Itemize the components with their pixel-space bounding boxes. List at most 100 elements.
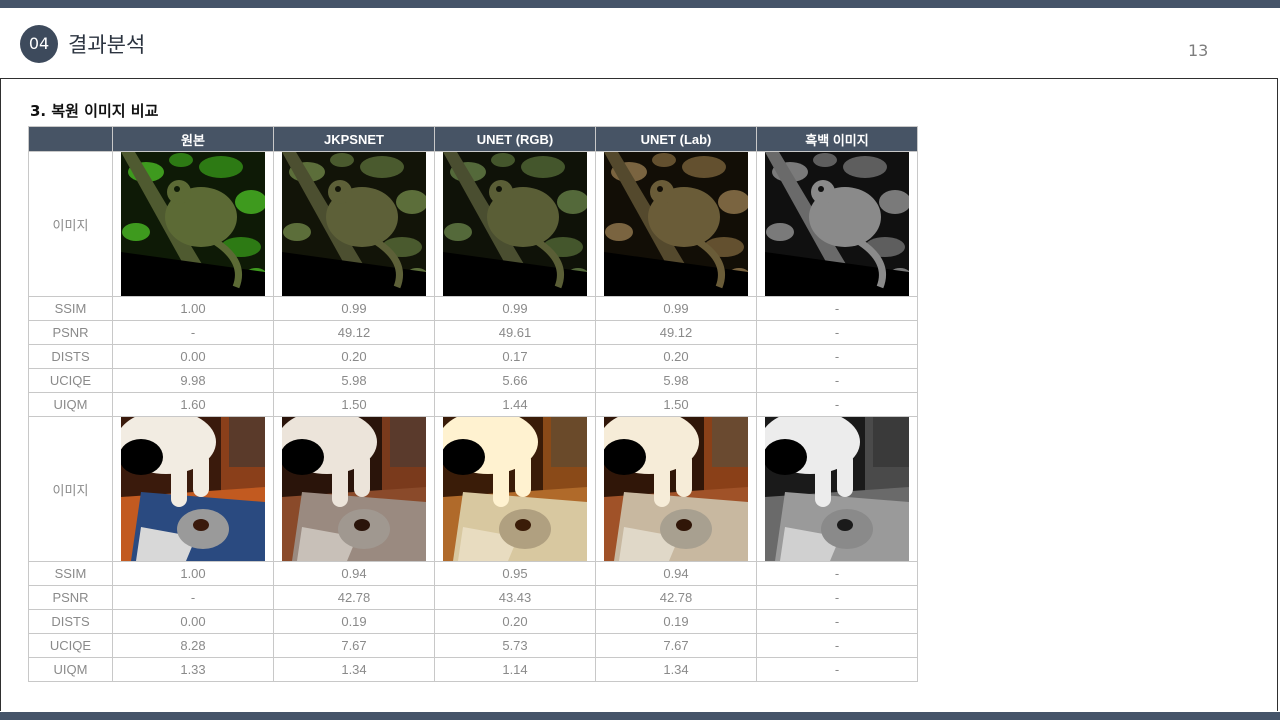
column-header: UNET (RGB) [434, 126, 596, 152]
metric-value: 5.66 [434, 368, 596, 393]
column-header: 원본 [112, 126, 274, 152]
metric-value: - [756, 344, 918, 369]
metric-value: 1.33 [112, 657, 274, 682]
metric-row: UCIQE 8.28 7.67 5.73 7.67- [28, 633, 918, 658]
unet-rgb-image-cat [443, 417, 587, 561]
metric-value: 0.94 [595, 561, 757, 586]
page-number: 13 [1188, 41, 1209, 60]
metric-row: PSNR -42.78 43.43 42.78- [28, 585, 918, 610]
metric-row: UIQM 1.33 1.34 1.14 1.34- [28, 657, 918, 682]
row-label: 이미지 [28, 151, 113, 297]
metric-value: - [756, 585, 918, 610]
metric-row: UIQM 1.60 1.50 1.44 1.50- [28, 392, 918, 417]
metric-value: 49.12 [595, 320, 757, 345]
slide-header: 04 결과분석 13 [0, 8, 1280, 78]
metric-value: - [756, 368, 918, 393]
metric-label: DISTS [28, 609, 113, 634]
metric-label: UCIQE [28, 368, 113, 393]
metric-label: PSNR [28, 585, 113, 610]
jkpsnet-image-cat [282, 417, 426, 561]
unet-lab-image-cat [604, 417, 748, 561]
jkpsnet-image-chameleon [282, 152, 426, 296]
metric-value: 0.19 [273, 609, 435, 634]
metric-value: - [756, 633, 918, 658]
metric-value: - [756, 609, 918, 634]
metric-value: 42.78 [273, 585, 435, 610]
metric-value: - [112, 585, 274, 610]
column-header: 흑백 이미지 [756, 126, 918, 152]
section-title: 결과분석 [68, 33, 146, 57]
metric-value: 0.00 [112, 344, 274, 369]
metric-value: 7.67 [273, 633, 435, 658]
metric-value: 43.43 [434, 585, 596, 610]
image-cell [595, 151, 757, 297]
metric-value: 0.95 [434, 561, 596, 586]
metric-row: DISTS 0.00 0.20 0.17 0.20- [28, 344, 918, 369]
image-cell [434, 151, 596, 297]
grayscale-image-chameleon [765, 152, 909, 296]
grayscale-image-cat [765, 417, 909, 561]
metric-label: SSIM [28, 561, 113, 586]
metric-label: DISTS [28, 344, 113, 369]
metric-value: 0.94 [273, 561, 435, 586]
metric-label: UIQM [28, 657, 113, 682]
image-cell [595, 416, 757, 562]
image-row: 이미지 [28, 416, 918, 562]
image-cell [756, 151, 918, 297]
metric-value: 1.00 [112, 561, 274, 586]
metric-label: UCIQE [28, 633, 113, 658]
metric-row: SSIM 1.00 0.99 0.99 0.99- [28, 296, 918, 321]
metric-value: 9.98 [112, 368, 274, 393]
metric-value: 42.78 [595, 585, 757, 610]
metric-value: 0.99 [273, 296, 435, 321]
metric-value: 49.12 [273, 320, 435, 345]
metric-value: 0.20 [434, 609, 596, 634]
metric-value: 1.60 [112, 392, 274, 417]
metric-value: 5.98 [595, 368, 757, 393]
comparison-table: 원본 JKPSNET UNET (RGB) UNET (Lab) 흑백 이미지 … [28, 126, 918, 682]
metric-value: - [756, 561, 918, 586]
metric-value: 1.34 [595, 657, 757, 682]
metric-value: 1.50 [273, 392, 435, 417]
top-accent-bar [0, 0, 1280, 8]
metric-value: 8.28 [112, 633, 274, 658]
metric-label: UIQM [28, 392, 113, 417]
unet-lab-image-chameleon [604, 152, 748, 296]
metric-value: - [756, 296, 918, 321]
metric-label: PSNR [28, 320, 113, 345]
metric-value: 0.17 [434, 344, 596, 369]
metric-value: 1.50 [595, 392, 757, 417]
metric-value: 1.14 [434, 657, 596, 682]
metric-value: - [756, 392, 918, 417]
metric-row: PSNR -49.12 49.61 49.12- [28, 320, 918, 345]
table-header-row: 원본 JKPSNET UNET (RGB) UNET (Lab) 흑백 이미지 [28, 126, 918, 152]
bottom-accent-bar [0, 712, 1280, 720]
metric-value: 0.19 [595, 609, 757, 634]
metric-value: 1.34 [273, 657, 435, 682]
original-image-chameleon [121, 152, 265, 296]
metric-value: 0.20 [595, 344, 757, 369]
metric-row: SSIM 1.00 0.94 0.95 0.94- [28, 561, 918, 586]
original-image-cat [121, 417, 265, 561]
metric-row: DISTS 0.00 0.19 0.20 0.19- [28, 609, 918, 634]
image-row: 이미지 [28, 151, 918, 297]
metric-value: 0.00 [112, 609, 274, 634]
image-cell [112, 151, 274, 297]
metric-value: - [756, 320, 918, 345]
column-header: UNET (Lab) [595, 126, 757, 152]
metric-value: 5.73 [434, 633, 596, 658]
metric-value: 1.00 [112, 296, 274, 321]
row-label: 이미지 [28, 416, 113, 562]
section-number-badge: 04 [20, 25, 58, 63]
metric-value: - [112, 320, 274, 345]
image-cell [112, 416, 274, 562]
metric-label: SSIM [28, 296, 113, 321]
content-subtitle: 3. 복원 이미지 비교 [30, 102, 159, 120]
metric-value: 5.98 [273, 368, 435, 393]
metric-value: 7.67 [595, 633, 757, 658]
metric-value: 49.61 [434, 320, 596, 345]
column-header: JKPSNET [273, 126, 435, 152]
image-cell [756, 416, 918, 562]
unet-rgb-image-chameleon [443, 152, 587, 296]
image-cell [434, 416, 596, 562]
